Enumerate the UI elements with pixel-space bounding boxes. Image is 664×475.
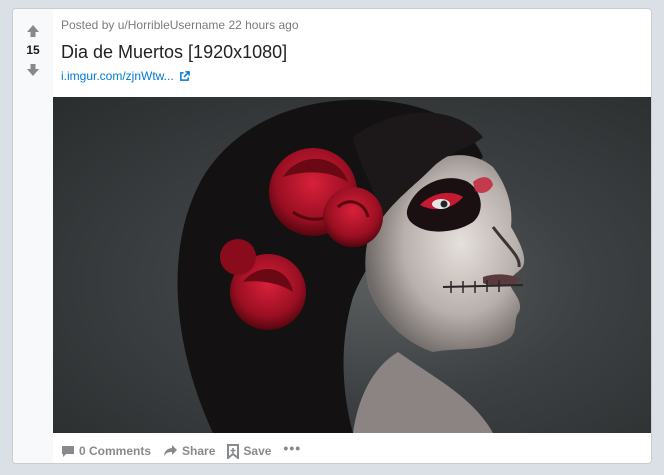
post-content: Posted by u/HorribleUsername 22 hours ag… (53, 9, 651, 463)
post-image[interactable] (53, 97, 651, 433)
vote-column: 15 (13, 9, 53, 463)
post-time: 22 hours ago (228, 18, 299, 32)
comment-icon (61, 444, 75, 458)
post-meta: Posted by u/HorribleUsername 22 hours ag… (61, 18, 299, 32)
post-link-text[interactable]: i.imgur.com/zjnWtw... (61, 69, 174, 83)
share-icon (163, 444, 178, 458)
vote-score: 15 (26, 43, 40, 57)
share-button[interactable]: Share (163, 441, 215, 461)
save-label: Save (243, 444, 272, 458)
author-link[interactable]: u/HorribleUsername (118, 18, 225, 32)
comments-label: 0 Comments (79, 444, 152, 458)
save-icon (227, 443, 240, 459)
posted-by-label: Posted by (61, 18, 115, 32)
post-card: 15 Posted by u/HorribleUsername 22 hours… (12, 8, 652, 464)
comments-button[interactable]: 0 Comments (61, 441, 151, 461)
post-title[interactable]: Dia de Muertos [1920x1080] (61, 42, 287, 63)
share-label: Share (182, 444, 216, 458)
downvote-arrow-icon[interactable] (24, 61, 42, 79)
post-actions: 0 Comments Share Save ••• (61, 438, 313, 461)
upvote-arrow-icon[interactable] (24, 22, 42, 40)
post-link[interactable]: i.imgur.com/zjnWtw... (61, 69, 190, 83)
more-options-button[interactable]: ••• (283, 438, 301, 458)
external-link-icon[interactable] (179, 70, 190, 82)
save-button[interactable]: Save (227, 441, 271, 461)
